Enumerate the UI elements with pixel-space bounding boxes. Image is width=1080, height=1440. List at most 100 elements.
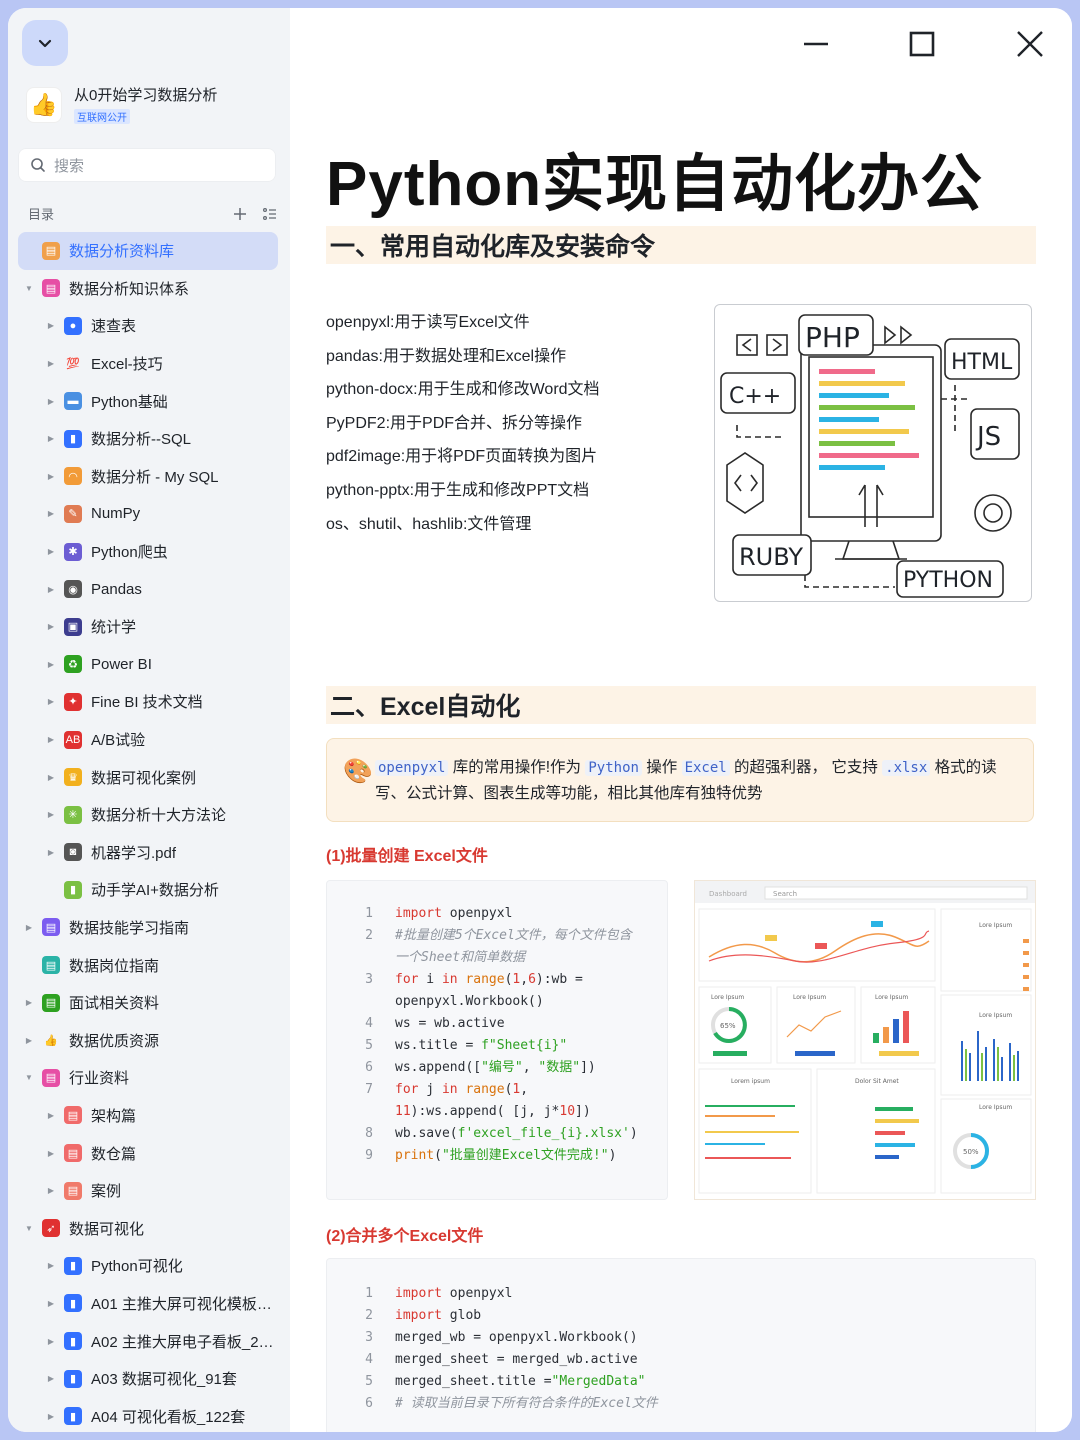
- sidebar-item[interactable]: ▶ ✱ Python爬虫: [18, 533, 278, 571]
- sidebar-item-label: Power BI: [91, 655, 152, 673]
- programming-languages-illustration: PHP HTML C++ JS RUBY PYTHON: [714, 304, 1032, 602]
- caret-down-icon[interactable]: ▼: [24, 1073, 34, 1082]
- sidebar-item[interactable]: ▮ 动手学AI+数据分析: [18, 871, 278, 909]
- toc-tree: ▤ 数据分析资料库 ▼ ▤ 数据分析知识体系 ▶ ● 速查表 ▶ 💯 Excel-技巧 ▶ ▬ Pytho…: [18, 232, 278, 1432]
- caret-right-icon[interactable]: ▶: [46, 321, 56, 330]
- callout-span: 库的常用操作!作为: [448, 759, 586, 776]
- caret-right-icon[interactable]: ▶: [46, 848, 56, 857]
- sidebar-item-label: 机器学习.pdf: [91, 844, 177, 862]
- sidebar-item[interactable]: ▶ AB A/B试验: [18, 721, 278, 759]
- list-item: python-docx:用于生成和修改Word文档: [326, 381, 600, 399]
- sidebar-item[interactable]: ▶ ▬ Python基础: [18, 382, 278, 420]
- caret-right-icon[interactable]: ▶: [46, 697, 56, 706]
- dash-card-title-h: Dolor Sit Amet: [855, 1078, 899, 1085]
- caret-right-icon[interactable]: ▶: [46, 810, 56, 819]
- plus-icon[interactable]: [232, 206, 248, 222]
- caret-right-icon[interactable]: ▶: [46, 735, 56, 744]
- caret-right-icon[interactable]: ▶: [46, 547, 56, 556]
- caret-right-icon[interactable]: ▶: [46, 1149, 56, 1158]
- sidebar-item[interactable]: ▶ ▮ Python可视化: [18, 1247, 278, 1285]
- sidebar-item[interactable]: ▶ ▮ A01 主推大屏可视化模板_...: [18, 1285, 278, 1323]
- search-placeholder: 搜索: [54, 157, 85, 175]
- sidebar-item[interactable]: ▤ 数据岗位指南: [18, 946, 278, 984]
- page-title: Python实现自动化办公: [326, 150, 984, 219]
- caret-right-icon[interactable]: ▶: [46, 1337, 56, 1346]
- sidebar-item-label: Python爬虫: [91, 544, 168, 562]
- sidebar-item[interactable]: ▶ ▣ 统计学: [18, 608, 278, 646]
- sidebar-item[interactable]: ▶ ◙ 机器学习.pdf: [18, 834, 278, 872]
- sidebar-item[interactable]: ▶ ▮ A02 主推大屏电子看板_20套: [18, 1322, 278, 1360]
- sidebar-item[interactable]: ▶ ▤ 数据技能学习指南: [18, 909, 278, 947]
- sidebar-item-label: 动手学AI+数据分析: [91, 882, 219, 900]
- sidebar-item[interactable]: ▼ ▤ 数据分析知识体系: [18, 270, 278, 308]
- sub-heading-1: (1)批量创建 Excel文件: [326, 848, 488, 865]
- sidebar-item-label: A/B试验: [91, 732, 146, 750]
- dash-card-title-c: Lore Ipsum: [979, 1104, 1012, 1111]
- sidebar-item[interactable]: ▼ ▤ 行业资料: [18, 1059, 278, 1097]
- caret-down-icon[interactable]: ▼: [24, 1224, 34, 1233]
- sidebar-item[interactable]: ▶ ▮ 数据分析--SQL: [18, 420, 278, 458]
- caret-right-icon[interactable]: ▶: [24, 923, 34, 932]
- collapse-sidebar-button[interactable]: [22, 20, 68, 66]
- dash-card-title-g: Lorem ipsum: [731, 1078, 770, 1085]
- robot-icon: ◙: [64, 843, 82, 862]
- maximize-button[interactable]: [904, 26, 940, 62]
- code-block-2[interactable]: 1 import openpyxl 2 import glob 3 merged_wb…: [326, 1258, 1036, 1432]
- illus-label-python: PYTHON: [903, 568, 993, 593]
- doc-icon: ▤: [42, 956, 60, 975]
- sidebar-item[interactable]: ▶ ◠ 数据分析 - My SQL: [18, 458, 278, 496]
- sidebar-item[interactable]: ▶ ● 速查表: [18, 307, 278, 345]
- close-button[interactable]: [1012, 26, 1048, 62]
- sidebar-item[interactable]: ▶ ▤ 数仓篇: [18, 1134, 278, 1172]
- sidebar-item[interactable]: ▶ ▤ 架构篇: [18, 1097, 278, 1135]
- caret-right-icon[interactable]: ▶: [24, 1036, 34, 1045]
- code-block-1[interactable]: 1 import openpyxl 2 #批量创建5个Excel文件，每个文件包含 …: [326, 880, 668, 1200]
- sidebar-item-label: 数据分析--SQL: [91, 431, 192, 449]
- sidebar-item[interactable]: ▼ ➶ 数据可视化: [18, 1209, 278, 1247]
- caret-right-icon[interactable]: ▶: [46, 1186, 56, 1195]
- outline-list-icon[interactable]: [262, 206, 278, 222]
- caret-right-icon[interactable]: ▶: [46, 1261, 56, 1270]
- callout-span: 操作: [641, 759, 682, 776]
- search-input[interactable]: 搜索: [18, 148, 276, 182]
- app-window: 👍 从0开始学习数据分析 互联网公开 搜索 目录 ▤ 数据分析资料库 ▼ ▤ 数据分析知…: [8, 8, 1072, 1432]
- caret-right-icon[interactable]: ▶: [46, 660, 56, 669]
- sidebar-item[interactable]: ▶ ✎ NumPy: [18, 495, 278, 533]
- caret-right-icon[interactable]: ▶: [46, 472, 56, 481]
- knowledge-base-header[interactable]: 👍 从0开始学习数据分析 互联网公开: [26, 84, 217, 126]
- sidebar-item[interactable]: ▶ ▮ A04 可视化看板_122套: [18, 1397, 278, 1432]
- caret-right-icon[interactable]: ▶: [46, 359, 56, 368]
- dash-search: Search: [773, 890, 797, 898]
- sidebar-item[interactable]: ▶ 💯 Excel-技巧: [18, 345, 278, 383]
- sidebar-item[interactable]: ▶ ▮ A03 数据可视化_91套: [18, 1360, 278, 1398]
- list-item: openpyxl:用于读写Excel文件: [326, 314, 530, 331]
- caret-right-icon[interactable]: ▶: [46, 434, 56, 443]
- sidebar-item[interactable]: ▶ ♛ 数据可视化案例: [18, 758, 278, 796]
- caret-right-icon[interactable]: ▶: [46, 773, 56, 782]
- minimize-button[interactable]: [798, 26, 834, 62]
- sidebar-item[interactable]: ▶ ◉ Pandas: [18, 570, 278, 608]
- sidebar-item[interactable]: ▶ ▤ 案例: [18, 1172, 278, 1210]
- caret-right-icon[interactable]: ▶: [46, 1412, 56, 1421]
- sidebar-item-label: A04 可视化看板_122套: [91, 1408, 246, 1426]
- caret-down-icon[interactable]: ▼: [24, 284, 34, 293]
- caret-right-icon[interactable]: ▶: [46, 585, 56, 594]
- chevron-down-icon: [38, 39, 52, 48]
- caret-right-icon[interactable]: ▶: [46, 622, 56, 631]
- sidebar-item[interactable]: ▤ 数据分析资料库: [18, 232, 278, 270]
- sidebar-item[interactable]: ▶ ✦ Fine BI 技术文档: [18, 683, 278, 721]
- sidebar-item[interactable]: ▶ ✳ 数据分析十大方法论: [18, 796, 278, 834]
- document-pane: Python实现自动化办公 一、常用自动化库及安装命令 openpyxl:用于读…: [290, 8, 1072, 1432]
- caret-right-icon[interactable]: ▶: [46, 397, 56, 406]
- caret-right-icon[interactable]: ▶: [46, 1299, 56, 1308]
- caret-right-icon[interactable]: ▶: [24, 998, 34, 1007]
- sidebar-item[interactable]: ▶ ♻ Power BI: [18, 646, 278, 684]
- doc-icon: ▤: [42, 993, 60, 1012]
- caret-right-icon[interactable]: ▶: [46, 1111, 56, 1120]
- sidebar-item[interactable]: ▶ ▤ 面试相关资料: [18, 984, 278, 1022]
- recycle-icon: ♻: [64, 655, 82, 674]
- list-item: PyPDF2:用于PDF合并、拆分等操作: [326, 414, 583, 432]
- caret-right-icon[interactable]: ▶: [46, 509, 56, 518]
- sidebar-item[interactable]: ▶ 👍 数据优质资源: [18, 1021, 278, 1059]
- caret-right-icon[interactable]: ▶: [46, 1374, 56, 1383]
